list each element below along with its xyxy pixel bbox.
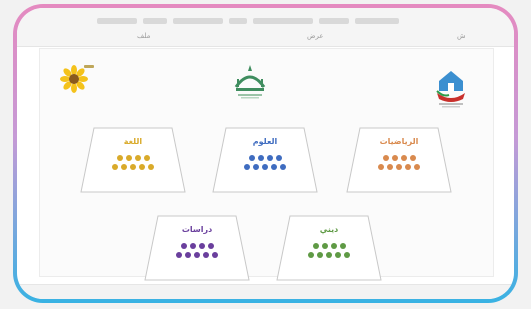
- dot-row: [382, 155, 416, 161]
- counter-dot: [139, 164, 145, 170]
- dot-group: [80, 155, 186, 170]
- counter-dot: [212, 252, 218, 258]
- dot-row: [112, 164, 154, 170]
- slide-canvas[interactable]: اللغة العلوم الرياضيات دراسات ديني: [39, 48, 494, 281]
- counter-dot: [248, 155, 255, 161]
- dot-row: [244, 164, 286, 170]
- ribbon-controls: [97, 16, 494, 26]
- counter-dot: [180, 243, 187, 249]
- dot-row: [308, 252, 350, 258]
- counter-dot: [330, 243, 337, 249]
- dot-group: [346, 155, 452, 170]
- counter-dot: [378, 164, 384, 170]
- ribbon-group[interactable]: [319, 18, 349, 24]
- counter-dot: [396, 164, 402, 170]
- counter-dot: [185, 252, 191, 258]
- counter-dot: [339, 243, 346, 249]
- ribbon-label[interactable]: ملف: [137, 32, 150, 40]
- status-bar: [17, 284, 514, 299]
- counter-dot: [280, 164, 286, 170]
- counter-dot: [308, 252, 314, 258]
- dot-row: [378, 164, 420, 170]
- dot-group: [144, 243, 250, 258]
- counter-dot: [116, 155, 123, 161]
- counter-dot: [405, 164, 411, 170]
- counter-dot: [317, 252, 323, 258]
- counter-dot: [194, 252, 200, 258]
- dot-group: [212, 155, 318, 170]
- counter-dot: [189, 243, 196, 249]
- counter-dot: [387, 164, 393, 170]
- dot-row: [248, 155, 282, 161]
- counter-dot: [271, 164, 277, 170]
- subject-card[interactable]: اللغة: [80, 127, 186, 193]
- counter-dot: [198, 243, 205, 249]
- counter-dot: [335, 252, 341, 258]
- card-title: ديني: [319, 225, 339, 234]
- screenshot-frame: ملف عرض ش اللغة العلوم الرياضيات دراسات …: [13, 4, 518, 303]
- counter-dot: [257, 155, 264, 161]
- dot-row: [116, 155, 150, 161]
- ribbon-group[interactable]: [355, 18, 399, 24]
- counter-dot: [414, 164, 420, 170]
- counter-dot: [266, 155, 273, 161]
- counter-dot: [207, 243, 214, 249]
- counter-dot: [262, 164, 268, 170]
- dot-group: [276, 243, 382, 258]
- card-title: اللغة: [123, 137, 143, 146]
- ribbon-group[interactable]: [173, 18, 223, 24]
- hands-house-logo-icon: [436, 71, 465, 108]
- counter-dot: [130, 164, 136, 170]
- card-title: العلوم: [252, 137, 278, 146]
- counter-dot: [253, 164, 259, 170]
- counter-dot: [391, 155, 398, 161]
- counter-dot: [275, 155, 282, 161]
- sunflower-logo-icon: [60, 65, 94, 93]
- ribbon-group[interactable]: [253, 18, 313, 24]
- counter-dot: [382, 155, 389, 161]
- counter-dot: [148, 164, 154, 170]
- ribbon-toolbar: ملف عرض ش: [17, 8, 514, 47]
- card-title: الرياضيات: [379, 137, 419, 146]
- counter-dot: [400, 155, 407, 161]
- dot-row: [312, 243, 346, 249]
- counter-dot: [344, 252, 350, 258]
- dot-row: [180, 243, 214, 249]
- counter-dot: [409, 155, 416, 161]
- subject-card[interactable]: العلوم: [212, 127, 318, 193]
- counter-dot: [125, 155, 132, 161]
- counter-dot: [321, 243, 328, 249]
- counter-dot: [312, 243, 319, 249]
- crown-logo-icon: [234, 65, 266, 99]
- counter-dot: [244, 164, 250, 170]
- counter-dot: [143, 155, 150, 161]
- counter-dot: [176, 252, 182, 258]
- ribbon-label[interactable]: ش: [457, 32, 466, 40]
- counter-dot: [326, 252, 332, 258]
- ribbon-group[interactable]: [229, 18, 247, 24]
- ribbon-group[interactable]: [97, 18, 137, 24]
- subject-card[interactable]: الرياضيات: [346, 127, 452, 193]
- subject-card[interactable]: ديني: [276, 215, 382, 281]
- counter-dot: [203, 252, 209, 258]
- counter-dot: [121, 164, 127, 170]
- ribbon-label[interactable]: عرض: [307, 32, 324, 40]
- ribbon-group[interactable]: [143, 18, 167, 24]
- subject-card[interactable]: دراسات: [144, 215, 250, 281]
- app-window: ملف عرض ش اللغة العلوم الرياضيات دراسات …: [17, 8, 514, 299]
- card-title: دراسات: [181, 225, 213, 234]
- dot-row: [176, 252, 218, 258]
- counter-dot: [134, 155, 141, 161]
- counter-dot: [112, 164, 118, 170]
